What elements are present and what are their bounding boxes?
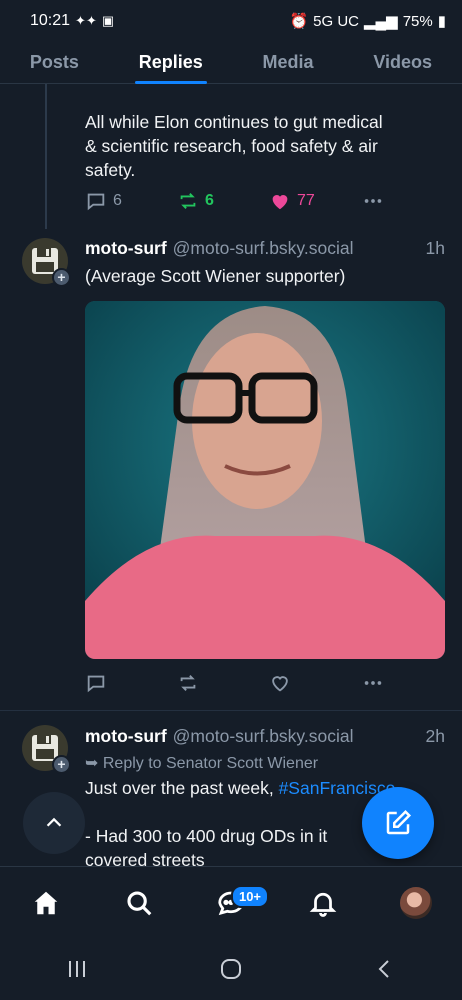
- clock: 10:21: [30, 12, 71, 29]
- more-icon: [364, 199, 382, 203]
- sparkle-icon: ✦✦: [75, 13, 97, 28]
- signal-icon: ▂▄▆: [364, 13, 398, 30]
- like-button[interactable]: [269, 672, 361, 694]
- image-icon: ▣: [101, 13, 115, 28]
- post-text-line: All while Elon continues to gut medical: [85, 112, 383, 132]
- heart-icon: [272, 195, 288, 210]
- network-label: 5G UC: [313, 12, 359, 30]
- reply-icon: [87, 193, 105, 211]
- tab-posts[interactable]: Posts: [26, 42, 83, 84]
- bell-icon: [310, 892, 337, 917]
- tab-replies[interactable]: Replies: [134, 42, 207, 84]
- more-button[interactable]: [361, 672, 385, 694]
- thread-line: [45, 84, 47, 229]
- repost-button[interactable]: 6: [177, 190, 269, 212]
- back-icon[interactable]: [373, 957, 397, 981]
- home-icon: [34, 891, 58, 914]
- follow-plus-icon[interactable]: +: [52, 755, 71, 774]
- repost-button[interactable]: [177, 672, 269, 694]
- home-circle-icon[interactable]: [219, 957, 243, 981]
- repost-count: 6: [205, 192, 214, 209]
- author-handle[interactable]: @moto-surf.bsky.social: [173, 238, 354, 259]
- post-header: moto-surf @moto-surf.bsky.social 2h: [85, 726, 445, 747]
- recent-apps-icon[interactable]: [65, 958, 89, 980]
- chat-badge: 10+: [230, 884, 270, 908]
- post-text-line: & scientific research, food safety & air: [85, 136, 378, 156]
- bottom-nav: 10+: [0, 866, 462, 938]
- divider: [0, 710, 462, 711]
- repost-icon: [180, 193, 196, 209]
- compose-icon: [386, 809, 412, 835]
- post-text: (Average Scott Wiener supporter): [85, 266, 346, 286]
- status-bar: 10:21 ✦✦ ▣ ⏰ 5G UC ▂▄▆ 75% ▮: [0, 0, 462, 42]
- reply-icon: [87, 675, 105, 693]
- battery-label: 75%: [402, 12, 433, 30]
- reply-to-label[interactable]: ➥ Reply to Senator Scott Wiener: [85, 753, 318, 773]
- compose-button[interactable]: [362, 787, 434, 859]
- tab-videos[interactable]: Videos: [369, 42, 436, 84]
- portrait-photo: [85, 301, 445, 659]
- search-icon: [127, 890, 151, 915]
- post-text: All while Elon continues to gut medical …: [85, 110, 383, 182]
- reply-to-text: Reply to Senator Scott Wiener: [102, 755, 319, 772]
- reply-arrow-icon: ➥: [85, 755, 103, 772]
- post-time: 2h: [425, 726, 445, 746]
- follow-plus-icon[interactable]: +: [52, 268, 71, 287]
- author-name[interactable]: moto-surf: [85, 238, 167, 259]
- post-actions: 6 6 77: [85, 190, 385, 212]
- post-text-line: Just over the past week,: [85, 778, 279, 798]
- post-text-line: - Had 300 to 400 drug ODs in it: [85, 826, 328, 846]
- reply-button[interactable]: 6: [85, 190, 177, 212]
- post-time: 1h: [425, 238, 445, 258]
- post-actions: [85, 672, 385, 694]
- post-header: moto-surf @moto-surf.bsky.social 1h: [85, 238, 445, 259]
- scroll-to-top-button[interactable]: [23, 792, 85, 854]
- more-icon: [364, 681, 382, 685]
- like-count: 77: [297, 192, 315, 209]
- like-button[interactable]: 77: [269, 190, 361, 212]
- system-nav: [0, 938, 462, 1000]
- more-button[interactable]: [361, 190, 385, 212]
- profile-tabs: Posts Replies Media Videos: [0, 42, 462, 84]
- post-text-line: safety.: [85, 160, 136, 180]
- nav-search[interactable]: [109, 873, 169, 933]
- reply-button[interactable]: [85, 672, 177, 694]
- battery-icon: ▮: [437, 13, 446, 30]
- author-name[interactable]: moto-surf: [85, 726, 167, 747]
- nav-home[interactable]: [16, 873, 76, 933]
- nav-chat[interactable]: 10+: [201, 873, 270, 933]
- alarm-icon: ⏰: [289, 13, 309, 30]
- tab-media[interactable]: Media: [259, 42, 318, 84]
- nav-notifications[interactable]: [293, 873, 353, 933]
- chevron-up-icon: [46, 817, 62, 827]
- post-text: Just over the past week, #SanFrancisco -…: [85, 776, 395, 872]
- avatar[interactable]: +: [22, 725, 71, 774]
- repost-icon: [180, 675, 196, 691]
- profile-avatar: [399, 886, 432, 919]
- nav-profile[interactable]: [386, 873, 446, 933]
- reply-count: 6: [113, 192, 122, 209]
- avatar[interactable]: +: [22, 238, 71, 287]
- heart-outline-icon: [272, 676, 288, 692]
- author-handle[interactable]: @moto-surf.bsky.social: [173, 726, 354, 747]
- post-image[interactable]: [85, 301, 445, 659]
